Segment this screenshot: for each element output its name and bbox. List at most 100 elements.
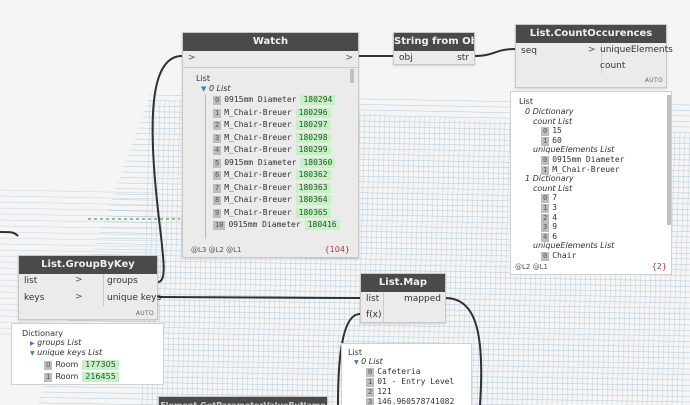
watch-item-index: 7 <box>213 183 222 193</box>
wire-watch-to-groupbykey <box>151 55 183 283</box>
watch-node[interactable]: Watch > > List ▼ 0 List 0 0915mm Diameter… <box>182 32 359 258</box>
count-input-arrow: > <box>588 45 596 55</box>
watch-input-arrow[interactable]: > <box>188 53 196 63</box>
count-scrollbar[interactable] <box>667 95 671 225</box>
groupbykey-key-item: 0 Room 177305 <box>44 359 119 370</box>
count-lacing-label[interactable]: AUTO <box>645 77 663 84</box>
watch-item-index: 4 <box>213 146 222 155</box>
collapse-arrow-icon[interactable]: ▼ <box>201 85 206 93</box>
watch-item-name: M_Chair-Breuer <box>224 207 292 217</box>
get-parameter-title: Element.GetParameterValueByName <box>159 397 327 405</box>
count-preview-row: 0 Chair <box>541 250 576 261</box>
watch-item-name: M_Chair-Breuer <box>224 145 292 154</box>
watch-list-item: 7 M_Chair-Breuer 180363 <box>213 182 331 193</box>
watch-list-item: 4 M_Chair-Breuer 180299 <box>213 144 331 155</box>
watch-output-arrow[interactable]: > <box>345 53 353 63</box>
groupbykey-output-groups[interactable]: groups <box>107 274 138 289</box>
listmap-input-fx[interactable]: f(x) <box>366 308 382 323</box>
watch-item-name: M_Chair-Breuer <box>224 195 292 204</box>
watch-item-name: 0915mm Diameter <box>224 95 297 104</box>
count-preview-count: {2} <box>651 262 667 271</box>
watch-list-item: 2 M_Chair-Breuer 180297 <box>213 119 331 130</box>
watch-item-index: 1 <box>213 108 222 118</box>
watch-item-index: 8 <box>213 196 222 205</box>
watch-node-title: Watch <box>183 33 358 51</box>
groupbykey-preview-unique: ▼ unique keys List <box>30 348 103 357</box>
groupbykey-preview[interactable]: Dictionary ▶ groups List ▼ unique keys L… <box>11 323 164 385</box>
listmap-preview[interactable]: List ▼ 0 List 0 Cafeteria 1 01 - Entry Leve… <box>341 343 472 405</box>
group-by-key-node[interactable]: List.GroupByKey list > keys > groups uni… <box>18 255 161 320</box>
string-output-str[interactable]: str <box>457 51 469 66</box>
watch-item-index: 0 <box>213 96 222 105</box>
watch-item-id: 180297 <box>295 120 331 130</box>
watch-level0-label: ▼ 0 List <box>201 83 231 94</box>
count-output-unique-elements[interactable]: uniqueElements <box>600 43 673 58</box>
groupbykey-title: List.GroupByKey <box>19 256 157 274</box>
listmap-item-text: Cafeteria <box>377 367 421 376</box>
listmap-output-mapped[interactable]: mapped <box>404 292 441 307</box>
groupbykey-input-arrow-list: > <box>75 275 83 285</box>
watch-item-id: 180298 <box>295 132 331 143</box>
watch-list-item: 10 0915mm Diameter 180416 <box>213 219 340 230</box>
string-input-obj[interactable]: obj <box>399 51 413 66</box>
groupbykey-input-keys[interactable]: keys <box>24 291 44 306</box>
groupbykey-lacing-label[interactable]: AUTO <box>136 310 154 317</box>
watch-item-index: 3 <box>213 133 222 143</box>
string-node-title: String from Object <box>394 33 474 51</box>
watch-item-name: 0915mm Diameter <box>224 157 297 167</box>
wire-string-to-count <box>473 48 516 57</box>
list-map-node[interactable]: List.Map list f(x) mapped <box>360 273 446 323</box>
count-output-count[interactable]: count <box>600 59 625 74</box>
groupbykey-groups-text: groups List <box>37 338 82 347</box>
count-occurences-node[interactable]: List.CountOccurences seq > uniqueElement… <box>515 24 673 88</box>
groupbykey-item-id: 216455 <box>82 372 119 382</box>
groupbykey-item-name: Room <box>55 360 79 369</box>
watch-list-item: 8 M_Chair-Breuer 180364 <box>213 194 331 205</box>
string-from-object-node[interactable]: String from Object obj str <box>393 32 475 65</box>
groupbykey-item-name: Room <box>55 372 79 381</box>
graph-canvas[interactable]: Watch > > List ▼ 0 List 0 0915mm Diameter… <box>0 0 690 405</box>
watch-item-id: 180365 <box>295 207 331 218</box>
watch-item-id: 180363 <box>295 182 331 193</box>
groupbykey-item-id: 177305 <box>82 360 119 370</box>
count-input-seq[interactable]: seq <box>521 44 537 59</box>
watch-item-name: M_Chair-Breuer <box>224 170 292 179</box>
count-levels[interactable]: @L2 @L1 <box>515 263 548 271</box>
watch-list-item: 6 M_Chair-Breuer 180362 <box>213 169 331 180</box>
watch-item-id: 180294 <box>300 95 336 105</box>
watch-item-index: 5 <box>213 158 222 168</box>
groupbykey-key-item: 1 Room 216455 <box>44 371 119 382</box>
watch-item-name: M_Chair-Breuer <box>224 120 292 129</box>
listmap-item-index: 3 <box>366 398 375 405</box>
count-preview[interactable]: List 0 Dictionary count List 0 15 1 60 uniqueE… <box>510 91 672 275</box>
listmap-input-list[interactable]: list <box>366 292 379 307</box>
watch-item-id: 180416 <box>304 220 340 230</box>
watch-item-id: 180299 <box>295 145 331 155</box>
watch-preview[interactable]: List ▼ 0 List 0 0915mm Diameter 180294 1 M_C… <box>193 69 356 239</box>
watch-item-id: 180296 <box>295 107 331 118</box>
watch-item-index: 2 <box>213 121 222 130</box>
watch-list-item: 5 0915mm Diameter 180360 <box>213 157 336 168</box>
watch-list-item: 9 M_Chair-Breuer 180365 <box>213 207 331 218</box>
get-parameter-value-node[interactable]: Element.GetParameterValueByName <box>158 396 328 405</box>
groupbykey-item-index: 1 <box>44 373 53 382</box>
watch-item-index: 6 <box>213 171 222 180</box>
groupbykey-input-list[interactable]: list <box>24 274 37 289</box>
wire-uniquekeys-to-map <box>157 296 361 299</box>
listmap-level0-text: 0 List <box>361 357 383 366</box>
groupbykey-output-unique-keys[interactable]: unique keys <box>107 291 161 306</box>
listmap-item-text: 146.960578741082 <box>377 397 455 405</box>
listmap-title: List.Map <box>361 274 445 292</box>
watch-levels[interactable]: @L3 @L2 @L1 <box>191 246 242 254</box>
watch-list-item: 3 M_Chair-Breuer 180298 <box>213 132 331 143</box>
watch-level0-text: 0 List <box>208 84 231 93</box>
listmap-item: 3 146.960578741082 <box>366 396 454 405</box>
watch-item-name: 0915mm Diameter <box>228 220 301 229</box>
watch-list-item: 1 M_Chair-Breuer 180296 <box>213 107 331 118</box>
watch-item-name: M_Chair-Breuer <box>224 182 292 192</box>
listmap-item-text: 121 <box>377 387 392 396</box>
watch-item-index: 9 <box>213 208 222 218</box>
watch-item-id: 180364 <box>295 195 331 205</box>
listmap-item-text: 01 - Entry Level <box>377 377 455 386</box>
watch-scrollbar[interactable] <box>350 69 354 83</box>
